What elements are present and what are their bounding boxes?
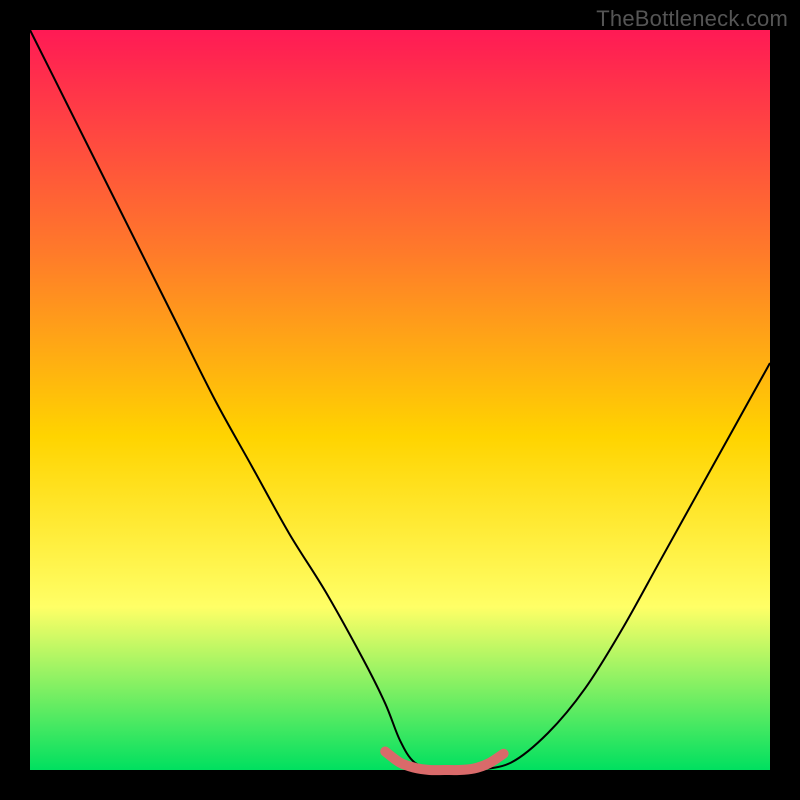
chart-canvas [0,0,800,800]
bottleneck-chart: TheBottleneck.com [0,0,800,800]
plot-background [30,30,770,770]
watermark-text: TheBottleneck.com [596,6,788,32]
